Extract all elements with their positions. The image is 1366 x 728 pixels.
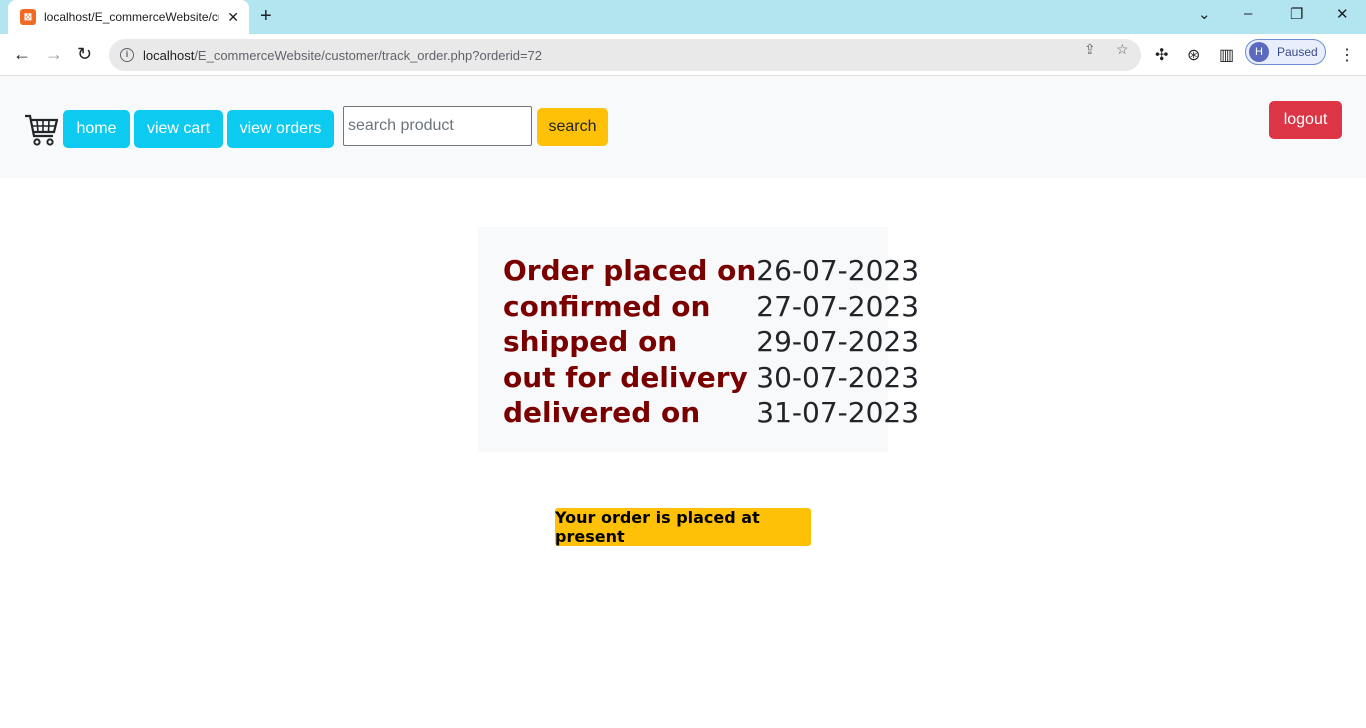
tracking-date: 31-07-2023 [756, 396, 920, 429]
forward-icon[interactable]: → [45, 44, 63, 65]
tab-title: localhost/E_commerceWebsite/cu [44, 10, 219, 24]
address-bar[interactable]: i localhost/E_commerceWebsite/customer/t… [109, 39, 1141, 71]
order-tracking-table: Order placed on 26-07-2023 confirmed on … [503, 253, 919, 431]
search-button[interactable]: search [537, 108, 608, 146]
tracking-date: 30-07-2023 [756, 360, 920, 394]
tracking-label: confirmed on [503, 289, 711, 323]
avatar: H [1249, 42, 1269, 62]
tracking-label: delivered on [503, 396, 701, 429]
url-host: localhost [143, 47, 195, 63]
tracking-label: shipped on [503, 325, 678, 358]
logout-button[interactable]: logout [1269, 101, 1342, 139]
browser-tab[interactable]: ⊠ localhost/E_commerceWebsite/cu ✕ [8, 0, 249, 34]
share-icon[interactable]: ⇪ [1084, 41, 1096, 58]
xampp-favicon-icon: ⊠ [20, 9, 36, 25]
profile-button[interactable]: H Paused [1245, 39, 1326, 65]
browser-toolbar: ← → ↻ i localhost/E_commerceWebsite/cust… [0, 34, 1366, 76]
bookmark-star-icon[interactable]: ☆ [1116, 41, 1129, 58]
side-panel-icon[interactable]: ▥ [1219, 45, 1234, 65]
tracking-row: shipped on 29-07-2023 [503, 324, 919, 360]
reload-icon[interactable]: ↻ [77, 44, 92, 65]
profile-status: Paused [1277, 45, 1318, 59]
extensions-icon[interactable]: ✣ [1155, 45, 1168, 65]
tracking-date: 26-07-2023 [756, 254, 920, 287]
order-status-badge: Your order is placed at present [555, 508, 811, 546]
shopping-cart-icon[interactable] [24, 114, 58, 146]
restore-icon[interactable]: ❐ [1290, 5, 1303, 23]
browser-tab-bar: ⊠ localhost/E_commerceWebsite/cu ✕ + ⌄ –… [0, 0, 1366, 34]
tab-search-icon[interactable]: ⌄ [1198, 5, 1211, 23]
tracking-row: delivered on 31-07-2023 [503, 395, 919, 431]
view-orders-button[interactable]: view orders [227, 110, 334, 148]
tracking-row: out for delivery 30-07-2023 [503, 360, 919, 396]
back-icon[interactable]: ← [13, 44, 31, 65]
extension-icon[interactable]: ⊛ [1187, 45, 1200, 65]
menu-kebab-icon[interactable]: ⋮ [1339, 45, 1355, 65]
order-tracking-card: Order placed on 26-07-2023 confirmed on … [478, 227, 919, 452]
url-text[interactable]: localhost/E_commerceWebsite/customer/tra… [143, 48, 542, 63]
search-input[interactable] [343, 106, 532, 146]
tracking-row: Order placed on 26-07-2023 [503, 253, 919, 289]
tracking-date: 29-07-2023 [756, 325, 920, 358]
close-tab-icon[interactable]: ✕ [227, 9, 239, 26]
url-path: /E_commerceWebsite/customer/track_order.… [194, 47, 542, 63]
close-window-icon[interactable]: ✕ [1336, 5, 1349, 23]
site-info-icon[interactable]: i [120, 48, 134, 62]
tracking-label: out for delivery [503, 360, 748, 394]
tracking-row: confirmed on 27-07-2023 [503, 289, 919, 325]
new-tab-icon[interactable]: + [260, 5, 272, 28]
home-button[interactable]: home [63, 110, 130, 148]
minimize-icon[interactable]: – [1244, 5, 1252, 22]
tracking-label: Order placed on [503, 254, 757, 287]
tracking-date: 27-07-2023 [756, 289, 920, 323]
view-cart-button[interactable]: view cart [134, 110, 223, 148]
